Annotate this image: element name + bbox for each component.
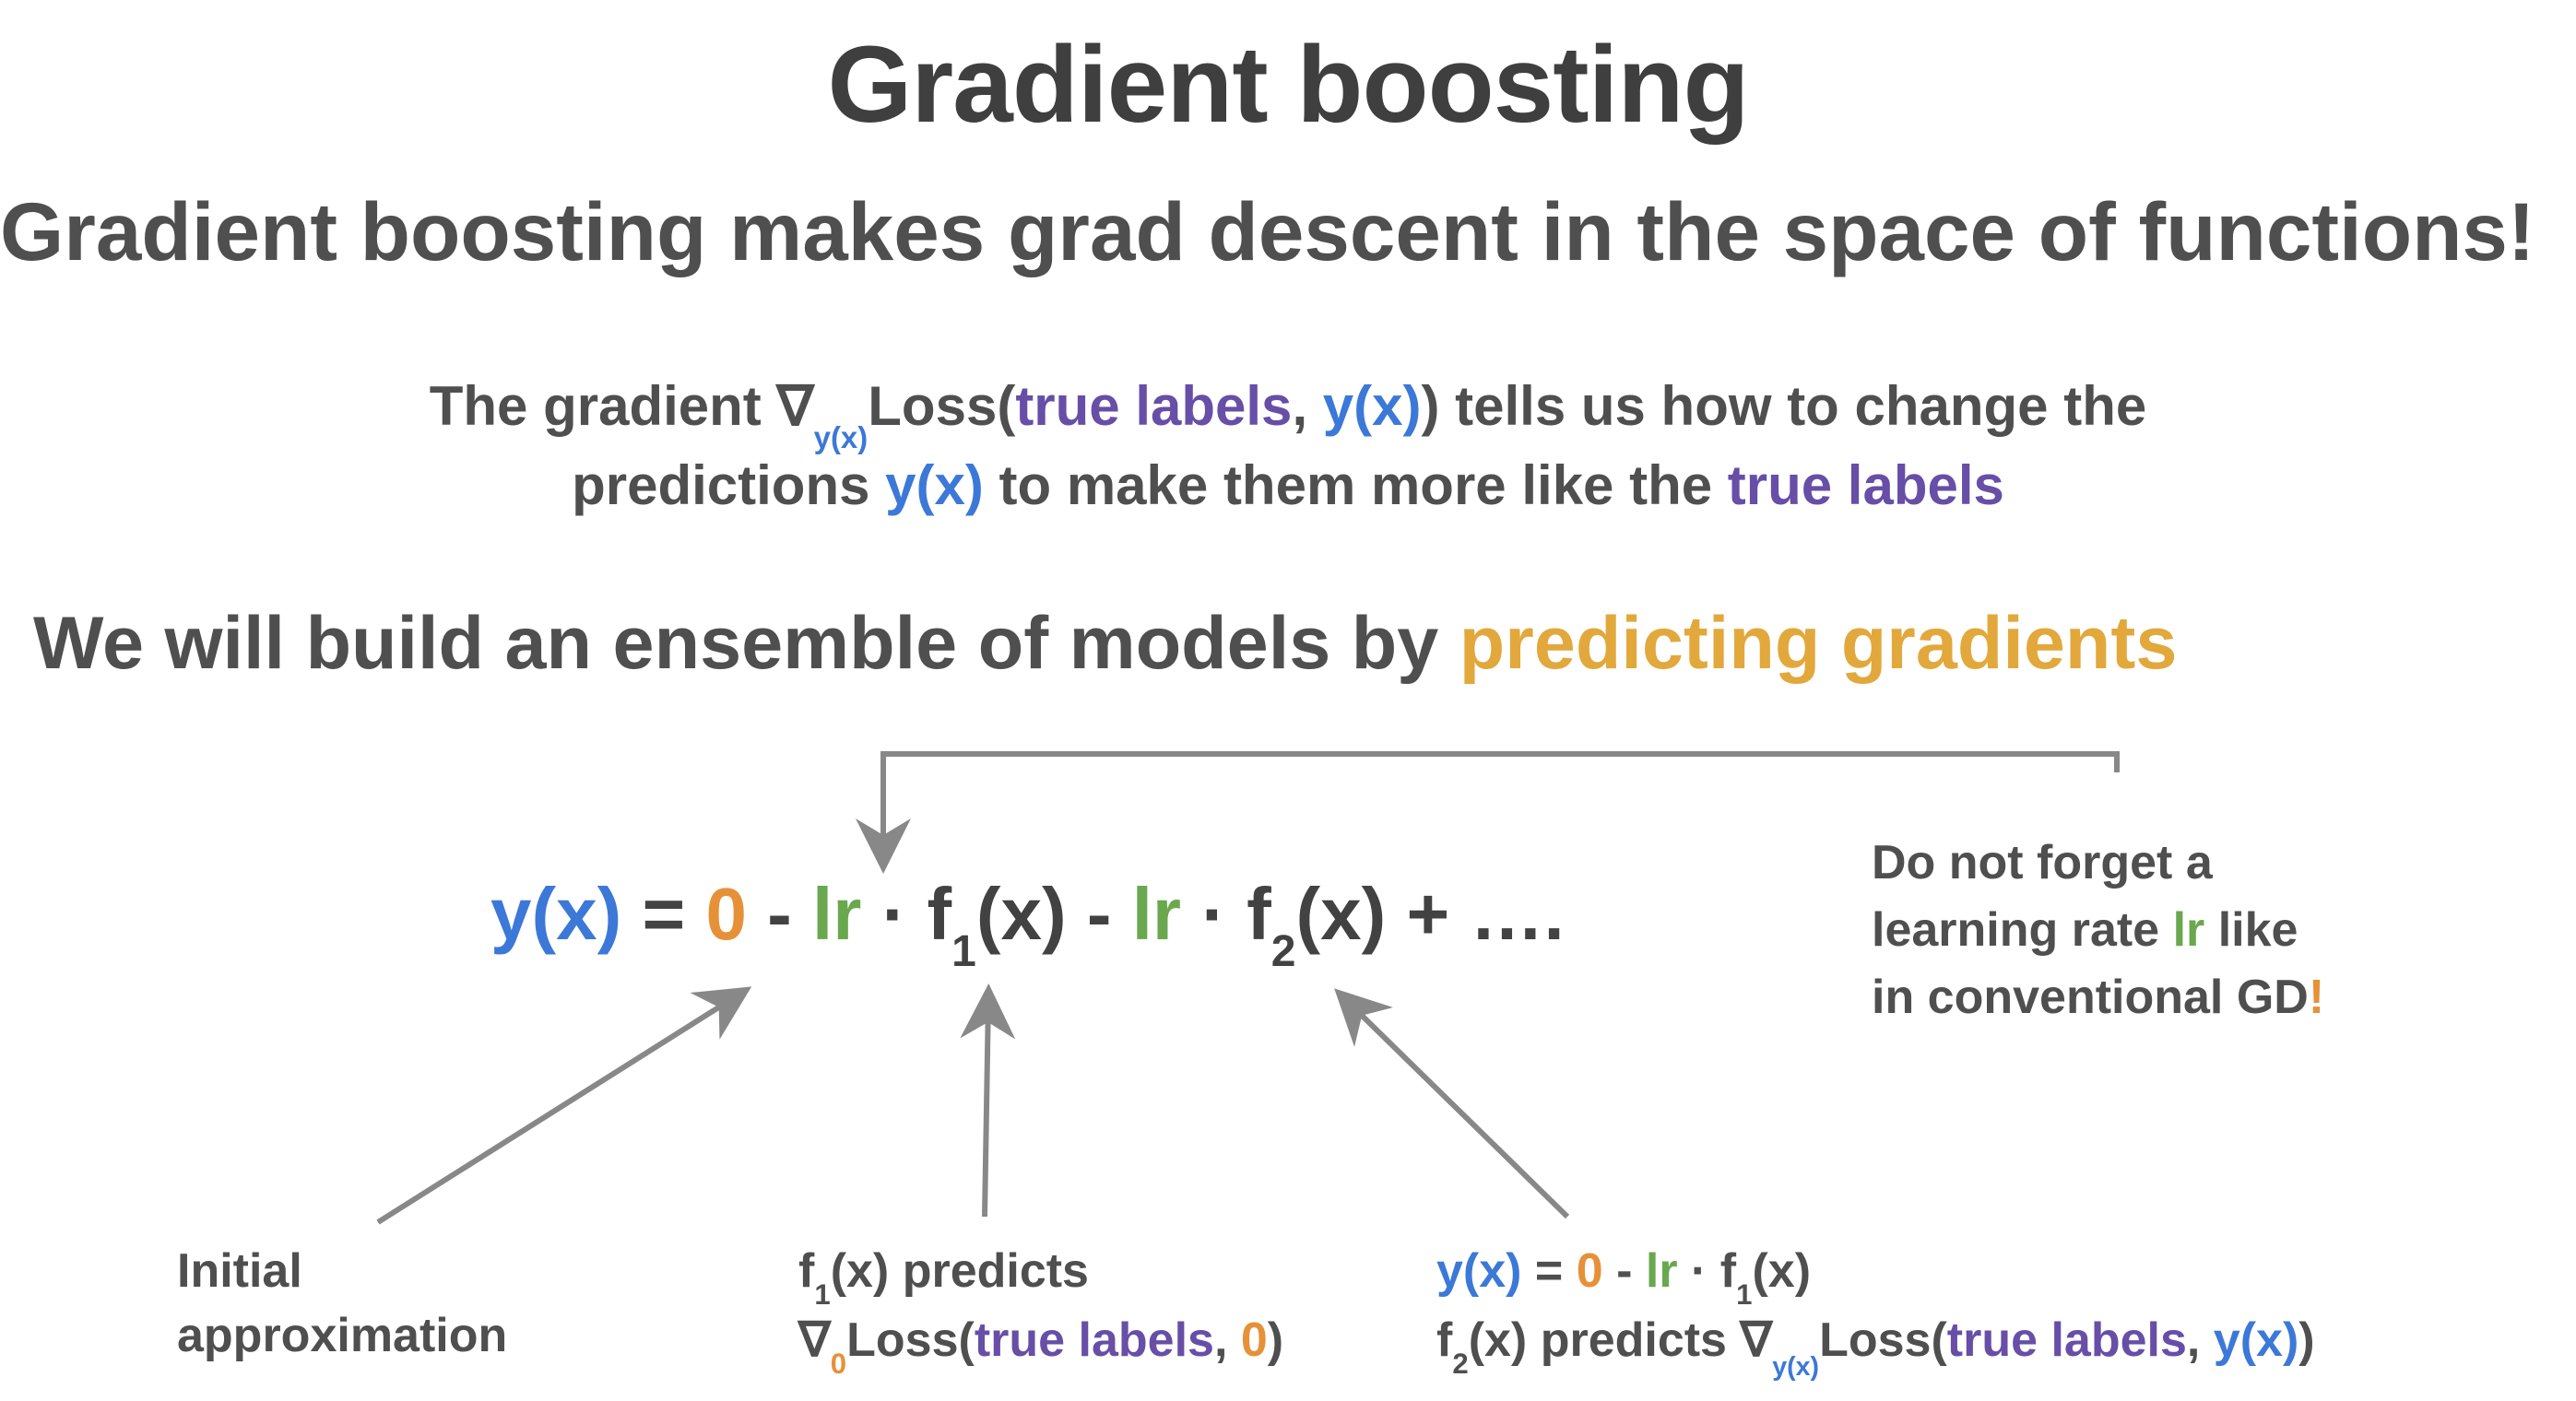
gradient-explanation: The gradient ∇y(x)Loss(true labels, y(x)… bbox=[0, 369, 2576, 523]
yx: y(x) bbox=[1436, 1244, 1521, 1298]
text: like bbox=[2204, 903, 2298, 957]
text: (x) - bbox=[976, 873, 1132, 955]
lr: lr bbox=[2173, 903, 2205, 957]
text: (x) bbox=[1752, 1244, 1811, 1298]
subscript-1: 1 bbox=[951, 927, 976, 976]
text: · f bbox=[861, 873, 951, 955]
subscript-2: 2 bbox=[1452, 1348, 1468, 1380]
true-labels: true labels bbox=[975, 1313, 1214, 1367]
true-labels: true labels bbox=[1947, 1313, 2187, 1367]
zero: 0 bbox=[1241, 1313, 1268, 1367]
arrow-f2 bbox=[1346, 1000, 1567, 1217]
note-initial-approx: Initial approximation bbox=[177, 1239, 507, 1368]
text: = bbox=[1521, 1244, 1576, 1298]
text: - bbox=[1603, 1244, 1646, 1298]
text: Do not forget a bbox=[1872, 830, 2517, 897]
subscript-yx: y(x) bbox=[814, 420, 869, 454]
text: in conventional GD bbox=[1872, 971, 2309, 1024]
text: Loss( bbox=[846, 1313, 975, 1367]
slide: Gradient boosting Gradient boosting make… bbox=[0, 0, 2576, 1401]
note-f2: y(x) = 0 - lr · f1(x) f2(x) predicts ∇y(… bbox=[1436, 1239, 2315, 1376]
arrow-f1 bbox=[985, 1000, 988, 1217]
lr: lr bbox=[812, 873, 861, 955]
subtitle: Gradient boosting makes grad descent in … bbox=[0, 184, 2576, 279]
text: ) bbox=[1268, 1313, 1283, 1367]
zero: 0 bbox=[1577, 1244, 1603, 1298]
text: = bbox=[621, 873, 705, 955]
text: (x) + …. bbox=[1296, 873, 1565, 955]
zero: 0 bbox=[705, 873, 747, 955]
text: · f bbox=[1181, 873, 1271, 955]
subscript-0: 0 bbox=[831, 1348, 846, 1380]
note-learning-rate: Do not forget a learning rate lr like in… bbox=[1872, 830, 2517, 1030]
subscript-1: 1 bbox=[814, 1278, 830, 1311]
main-formula: y(x) = 0 - lr · f1(x) - lr · f2(x) + …. bbox=[490, 872, 1565, 966]
yx: y(x) bbox=[885, 454, 984, 516]
text: , bbox=[1214, 1313, 1241, 1367]
text: approximation bbox=[177, 1303, 507, 1368]
text: f bbox=[1436, 1313, 1452, 1367]
yx: y(x) bbox=[1323, 375, 1422, 437]
ensemble-line: We will build an ensemble of models by p… bbox=[33, 601, 2177, 687]
yx: y(x) bbox=[2214, 1313, 2298, 1367]
true-labels: true labels bbox=[1728, 454, 2004, 516]
subscript-2: 2 bbox=[1271, 927, 1296, 976]
subscript-yx: y(x) bbox=[1772, 1352, 1819, 1382]
text: ) bbox=[2298, 1313, 2314, 1367]
arrow-initial bbox=[378, 995, 738, 1222]
text: ) tells us how to change the bbox=[1421, 375, 2146, 437]
text: to make them more like the bbox=[984, 454, 1728, 516]
exclamation: ! bbox=[2309, 971, 2324, 1024]
text: f bbox=[798, 1244, 814, 1298]
text: , bbox=[1292, 375, 1322, 437]
yx: y(x) bbox=[490, 873, 621, 955]
nabla: ∇ bbox=[798, 1313, 831, 1367]
text: Initial bbox=[177, 1239, 507, 1303]
text: · f bbox=[1678, 1244, 1737, 1298]
text: (x) predicts ∇ bbox=[1469, 1313, 1773, 1367]
page-title: Gradient boosting bbox=[0, 22, 2576, 147]
text: predictions bbox=[572, 454, 885, 516]
text: We will build an ensemble of models by bbox=[33, 602, 1459, 685]
true-labels: true labels bbox=[1015, 375, 1292, 437]
lr: lr bbox=[1646, 1244, 1678, 1298]
text: , bbox=[2187, 1313, 2214, 1367]
text: The gradient ∇ bbox=[430, 375, 814, 437]
subscript-1: 1 bbox=[1736, 1278, 1752, 1311]
text: - bbox=[747, 873, 812, 955]
text: Loss( bbox=[868, 375, 1015, 437]
predicting-gradients: predicting gradients bbox=[1459, 602, 2178, 685]
lr: lr bbox=[1132, 873, 1181, 955]
note-f1: f1(x) predicts ∇0Loss(true labels, 0) bbox=[798, 1239, 1283, 1376]
text: (x) predicts bbox=[831, 1244, 1089, 1298]
text: Loss( bbox=[1819, 1313, 1947, 1367]
text: learning rate bbox=[1872, 903, 2173, 957]
